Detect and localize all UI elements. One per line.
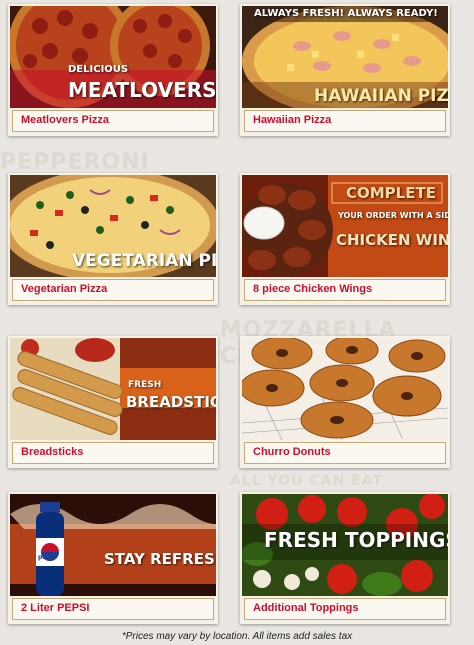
banner-small-text: DELICIOUS: [68, 64, 129, 75]
banner-mid-text: YOUR ORDER WITH A SIDE OF: [338, 211, 448, 220]
banner-large-text: MEATLOVERS PIZZA: [68, 78, 216, 102]
caption-additional-toppings[interactable]: Additional Toppings: [244, 598, 446, 620]
churro-donuts-image: [242, 338, 448, 440]
banner-small-text: FRESH: [128, 380, 162, 390]
toppings-image: FRESH TOPPINGS: [242, 494, 448, 596]
menu-card-churro-donuts[interactable]: Churro Donuts: [240, 336, 450, 468]
banner-large-text: VEGETARIAN PIZZA: [72, 251, 216, 271]
banner-small-text: COMPLETE: [346, 184, 436, 202]
menu-card-vegetarian-pizza[interactable]: VEGETARIAN PIZZA Vegetarian Pizza: [8, 173, 218, 305]
breadsticks-image: FRESH BREADSTICKS: [10, 338, 216, 440]
caption-churro-donuts[interactable]: Churro Donuts: [244, 442, 446, 464]
watermark-word: ALL YOU CAN EAT: [230, 473, 383, 489]
banner-large-text: FRESH TOPPINGS: [264, 528, 448, 552]
menu-card-hawaiian-pizza[interactable]: ALWAYS FRESH! ALWAYS READY! HAWAIIAN PIZ…: [240, 4, 450, 136]
meatlovers-pizza-image: DELICIOUS MEATLOVERS PIZZA: [10, 6, 216, 108]
banner-small-text: ALWAYS FRESH! ALWAYS READY!: [254, 8, 438, 19]
menu-card-additional-toppings[interactable]: FRESH TOPPINGS Additional Toppings: [240, 492, 450, 624]
vegetarian-pizza-image: VEGETARIAN PIZZA: [10, 175, 216, 277]
pepsi-image: pepsi STAY REFRESHED: [10, 494, 216, 596]
chicken-wings-image: COMPLETE YOUR ORDER WITH A SIDE OF CHICK…: [242, 175, 448, 277]
menu-card-chicken-wings[interactable]: COMPLETE YOUR ORDER WITH A SIDE OF CHICK…: [240, 173, 450, 305]
banner-large-text: CHICKEN WINGS: [336, 231, 448, 249]
hawaiian-pizza-image: ALWAYS FRESH! ALWAYS READY! HAWAIIAN PIZ…: [242, 6, 448, 108]
caption-vegetarian-pizza[interactable]: Vegetarian Pizza: [12, 279, 214, 301]
menu-card-breadsticks[interactable]: FRESH BREADSTICKS Breadsticks: [8, 336, 218, 468]
caption-hawaiian-pizza[interactable]: Hawaiian Pizza: [244, 110, 446, 132]
caption-chicken-wings[interactable]: 8 piece Chicken Wings: [244, 279, 446, 301]
caption-meatlovers-pizza[interactable]: Meatlovers Pizza: [12, 110, 214, 132]
caption-2-liter-pepsi[interactable]: 2 Liter PEPSI: [12, 598, 214, 620]
banner-large-text: HAWAIIAN PIZZA: [314, 86, 448, 106]
footer-disclaimer: *Prices may vary by location. All items …: [121, 631, 353, 642]
banner-large-text: BREADSTICKS: [126, 393, 216, 411]
pepsi-bottle-label: pepsi: [38, 554, 57, 561]
menu-card-meatlovers-pizza[interactable]: DELICIOUS MEATLOVERS PIZZA Meatlovers Pi…: [8, 4, 218, 136]
banner-large-text: STAY REFRESHED: [104, 550, 216, 568]
caption-breadsticks[interactable]: Breadsticks: [12, 442, 214, 464]
menu-card-2-liter-pepsi[interactable]: pepsi STAY REFRESHED 2 Liter PEPSI: [8, 492, 218, 624]
